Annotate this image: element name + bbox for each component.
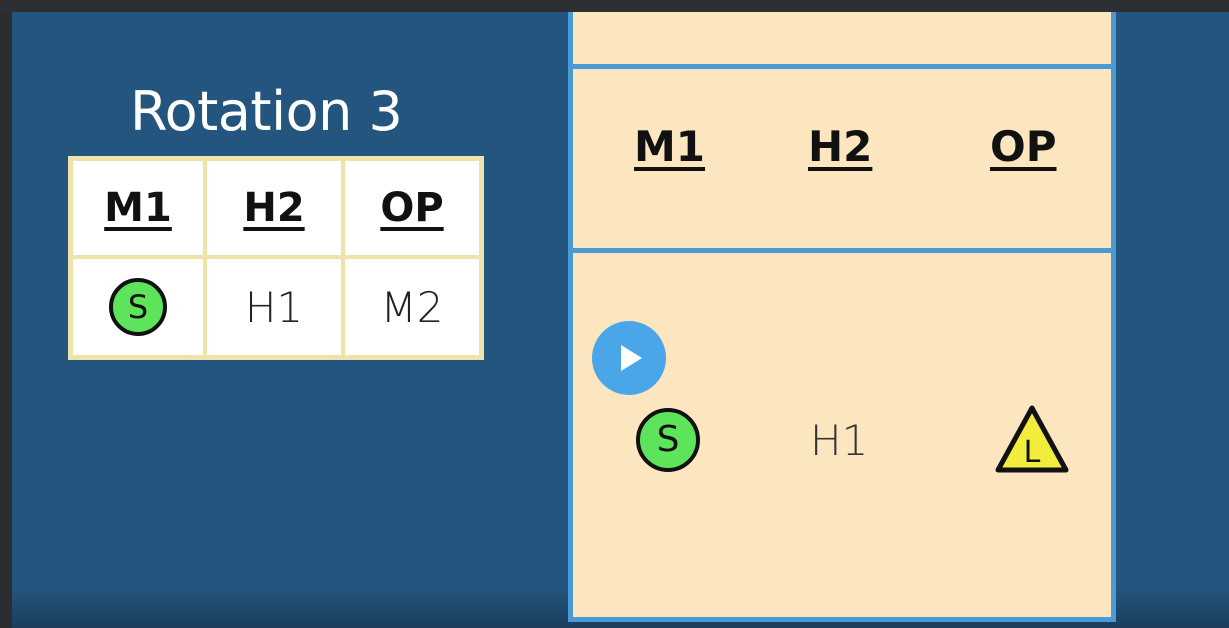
rotation-table: M1 H2 OP S H1 M2 xyxy=(68,156,484,360)
table-cell: M2 xyxy=(341,255,484,360)
table-header-cell: H2 xyxy=(203,156,345,259)
play-icon xyxy=(621,345,642,371)
court-header-op: OP xyxy=(990,122,1057,171)
play-button[interactable] xyxy=(592,321,666,395)
slide-title: Rotation 3 xyxy=(130,80,403,143)
volleyball-court xyxy=(568,12,1116,622)
court-header-h2: H2 xyxy=(808,122,873,171)
table-cell-setter: S xyxy=(68,255,207,360)
table-row: S H1 M2 xyxy=(68,255,484,360)
court-line-top xyxy=(573,64,1111,69)
table-header-op: OP xyxy=(380,185,444,231)
table-header-row: M1 H2 OP xyxy=(68,156,484,259)
table-header-cell: M1 xyxy=(68,156,207,259)
table-cell-m2: M2 xyxy=(380,282,444,332)
setter-icon: S xyxy=(636,408,700,472)
libero-triangle: L xyxy=(995,405,1069,473)
video-top-bar xyxy=(0,0,1229,12)
court-header-m1: M1 xyxy=(634,122,706,171)
court-line-attack xyxy=(573,248,1111,253)
table-cell-h1: H1 xyxy=(244,282,304,332)
libero-icon: L xyxy=(994,404,1070,474)
libero-label: L xyxy=(1024,435,1041,470)
table-header-cell: OP xyxy=(341,156,484,259)
table-cell: H1 xyxy=(203,255,345,360)
table-header-h2: H2 xyxy=(243,185,305,231)
court-player-h1: H1 xyxy=(810,416,869,465)
table-header-m1: M1 xyxy=(104,185,172,231)
setter-icon: S xyxy=(109,278,167,336)
